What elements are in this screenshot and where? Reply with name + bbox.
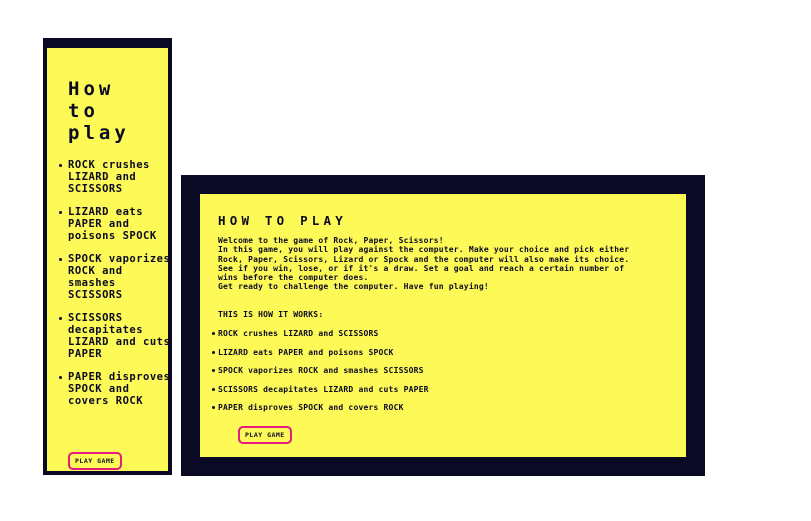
- rule-item: PAPER disproves SPOCK and covers ROCK: [212, 403, 612, 412]
- rule-item: ROCK crushes LIZARD and SCISSORS: [59, 159, 171, 195]
- wide-instructions-frame: HOW TO PLAY Welcome to the game of Rock,…: [181, 175, 705, 476]
- intro-text: Welcome to the game of Rock, Paper, Scis…: [218, 236, 638, 292]
- narrow-rules-list: ROCK crushes LIZARD and SCISSORS LIZARD …: [59, 159, 171, 418]
- intro-line: Welcome to the game of Rock, Paper, Scis…: [218, 236, 444, 245]
- how-it-works-heading: THIS IS HOW IT WORKS:: [218, 310, 324, 319]
- intro-line: See if you win, lose, or if it's a draw.…: [218, 263, 625, 283]
- wide-card-title: HOW TO PLAY: [218, 213, 347, 228]
- wide-instructions-card: HOW TO PLAY Welcome to the game of Rock,…: [200, 194, 686, 457]
- narrow-instructions-frame: How to play ROCK crushes LIZARD and SCIS…: [43, 38, 172, 475]
- intro-line: In this game, you will play against the …: [218, 245, 630, 264]
- rule-item: PAPER disproves SPOCK and covers ROCK: [59, 371, 171, 407]
- rule-item: SCISSORS decapitates LIZARD and cuts PAP…: [59, 312, 171, 360]
- narrow-instructions-card: How to play ROCK crushes LIZARD and SCIS…: [47, 48, 171, 471]
- rule-item: SCISSORS decapitates LIZARD and cuts PAP…: [212, 385, 612, 394]
- play-game-button[interactable]: PLAY GAME: [238, 426, 292, 444]
- rule-item: SPOCK vaporizes ROCK and smashes SCISSOR…: [212, 366, 612, 375]
- narrow-card-title: How to play: [68, 78, 130, 144]
- play-game-button[interactable]: PLAY GAME: [68, 452, 122, 470]
- rule-item: LIZARD eats PAPER and poisons SPOCK: [212, 348, 612, 357]
- wide-rules-list: ROCK crushes LIZARD and SCISSORS LIZARD …: [212, 329, 612, 422]
- rule-item: ROCK crushes LIZARD and SCISSORS: [212, 329, 612, 338]
- intro-line: Get ready to challenge the computer. Hav…: [218, 282, 489, 292]
- rule-item: LIZARD eats PAPER and poisons SPOCK: [59, 206, 171, 242]
- rule-item: SPOCK vaporizes ROCK and smashes SCISSOR…: [59, 253, 171, 301]
